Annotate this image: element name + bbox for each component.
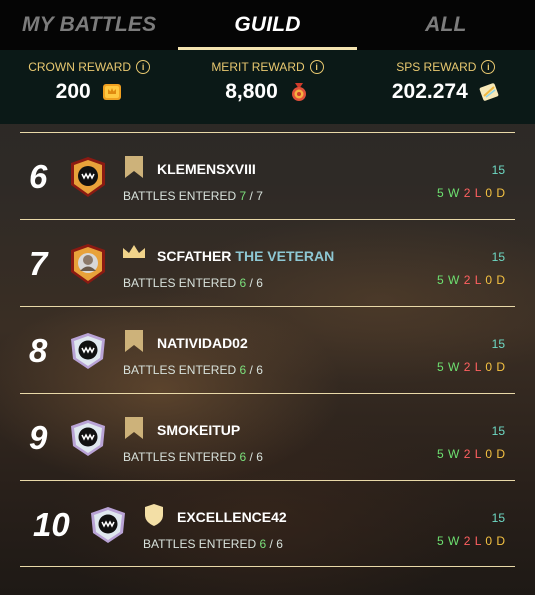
crown-reward-value: 200 <box>55 80 91 103</box>
battles-total-count: 6 <box>256 363 263 377</box>
tab-all[interactable]: ALL <box>357 0 535 50</box>
battles-total-count: 6 <box>276 537 283 551</box>
draws: 0 D <box>485 273 505 287</box>
list-item[interactable]: 7 SCFATHER THE VETERAN BATTLES ENTERED 6 … <box>20 219 515 306</box>
battles-entered: BATTLES ENTERED 6 / 6 <box>123 363 263 377</box>
win-loss-draw: 5 W 2 L 0 D <box>437 273 505 287</box>
score-value: 15 <box>491 424 505 438</box>
draws: 0 D <box>485 447 505 461</box>
merit-medal-icon <box>291 83 306 101</box>
rank-number: 9 <box>29 418 48 456</box>
losses: 2 L <box>463 534 481 548</box>
battles-entered-count: 6 <box>239 363 247 377</box>
win-loss-draw: 5 W 2 L 0 D <box>437 534 505 548</box>
battles-entered-count: 6 <box>239 276 247 290</box>
battles-entered: BATTLES ENTERED 6 / 6 <box>123 276 263 290</box>
battles-entered-count: 7 <box>239 189 247 203</box>
merit-reward-label: MERIT REWARD <box>211 60 305 74</box>
score-value: 15 <box>491 163 505 177</box>
info-icon[interactable]: i <box>481 60 496 74</box>
score-value: 15 <box>491 511 505 525</box>
battles-total-count: 6 <box>256 450 263 464</box>
wins: 5 W <box>437 273 460 287</box>
battles-total-count: 7 <box>256 189 263 203</box>
player-name-text[interactable]: EXCELLENCE42 <box>177 509 287 525</box>
losses: 2 L <box>463 447 481 461</box>
shield-icon <box>145 504 163 526</box>
draws: 0 D <box>485 186 505 200</box>
wins: 5 W <box>437 186 460 200</box>
rank-number: 6 <box>29 157 48 195</box>
losses: 2 L <box>463 186 481 200</box>
crown-reward: CROWN REWARD i 200 <box>0 50 178 124</box>
sps-reward-value: 202.274 <box>391 80 468 103</box>
battles-entered-count: 6 <box>259 537 267 551</box>
silver-skull-avatar <box>71 420 105 456</box>
sps-reward: SPS REWARD i 202.274 <box>357 50 535 124</box>
merit-reward: MERIT REWARD i 8,800 <box>178 50 356 124</box>
win-loss-draw: 5 W 2 L 0 D <box>437 360 505 374</box>
crown-coin-icon <box>102 84 121 100</box>
losses: 2 L <box>463 360 481 374</box>
list-item[interactable]: 6 KLEMENSXVIII BATTLES ENTERED 7 / 7 15 … <box>20 132 515 219</box>
wins: 5 W <box>437 360 460 374</box>
battles-entered-count: 6 <box>239 450 247 464</box>
score-value: 15 <box>491 337 505 351</box>
battles-entered-label: BATTLES ENTERED <box>123 276 237 290</box>
losses: 2 L <box>463 273 481 287</box>
draws: 0 D <box>485 534 505 548</box>
crown-icon <box>123 245 145 258</box>
red-skull-avatar <box>71 157 105 197</box>
sps-token-icon <box>479 83 499 101</box>
list-item[interactable]: 10 EXCELLENCE42 BATTLES ENTERED 6 / 6 15… <box>20 480 515 567</box>
draws: 0 D <box>485 360 505 374</box>
guild-ranking-list: 6 KLEMENSXVIII BATTLES ENTERED 7 / 7 15 … <box>20 132 515 567</box>
battles-entered-label: BATTLES ENTERED <box>123 450 237 464</box>
rank-number: 7 <box>29 244 48 282</box>
banner-icon <box>125 330 143 352</box>
sps-reward-label: SPS REWARD <box>396 60 477 74</box>
tab-my-battles[interactable]: MY BATTLES <box>0 0 178 50</box>
tab-guild[interactable]: GUILD <box>178 0 357 50</box>
rewards-panel: CROWN REWARD i 200 MERIT REWARD i 8,800 <box>0 50 535 124</box>
player-name-text[interactable]: KLEMENSXVIII <box>157 161 256 177</box>
win-loss-draw: 5 W 2 L 0 D <box>437 186 505 200</box>
silver-skull-avatar <box>91 507 125 543</box>
battles-entered: BATTLES ENTERED 7 / 7 <box>123 189 263 203</box>
silver-skull-avatar <box>71 333 105 369</box>
banner-icon <box>125 417 143 439</box>
battles-entered-label: BATTLES ENTERED <box>123 189 237 203</box>
red-player-avatar <box>71 244 105 284</box>
wins: 5 W <box>437 534 460 548</box>
score-value: 15 <box>491 250 505 264</box>
player-name-text[interactable]: NATIVIDAD02 <box>157 335 248 351</box>
player-name: SMOKEITUP <box>157 422 240 438</box>
player-name: NATIVIDAD02 <box>157 335 248 351</box>
player-name-text[interactable]: SCFATHER <box>157 248 231 264</box>
player-name: SCFATHER THE VETERAN <box>157 248 334 264</box>
player-title: THE VETERAN <box>235 248 335 264</box>
crown-reward-label: CROWN REWARD <box>28 60 132 74</box>
player-name: KLEMENSXVIII <box>157 161 256 177</box>
player-name: EXCELLENCE42 <box>177 509 287 525</box>
list-item[interactable]: 8 NATIVIDAD02 BATTLES ENTERED 6 / 6 15 5… <box>20 306 515 393</box>
battle-tabs: MY BATTLES GUILD ALL <box>0 0 535 50</box>
rank-number: 8 <box>29 331 48 369</box>
battles-entered: BATTLES ENTERED 6 / 6 <box>123 450 263 464</box>
info-icon[interactable]: i <box>309 60 324 74</box>
win-loss-draw: 5 W 2 L 0 D <box>437 447 505 461</box>
battles-entered: BATTLES ENTERED 6 / 6 <box>143 537 283 551</box>
wins: 5 W <box>437 447 460 461</box>
battles-total-count: 6 <box>256 276 263 290</box>
list-item[interactable]: 9 SMOKEITUP BATTLES ENTERED 6 / 6 15 5 W… <box>20 393 515 480</box>
battles-entered-label: BATTLES ENTERED <box>143 537 257 551</box>
info-icon[interactable]: i <box>136 60 151 74</box>
battles-entered-label: BATTLES ENTERED <box>123 363 237 377</box>
merit-reward-value: 8,800 <box>225 80 278 103</box>
player-name-text[interactable]: SMOKEITUP <box>157 422 240 438</box>
rank-number: 10 <box>33 505 70 543</box>
banner-icon <box>125 156 143 178</box>
